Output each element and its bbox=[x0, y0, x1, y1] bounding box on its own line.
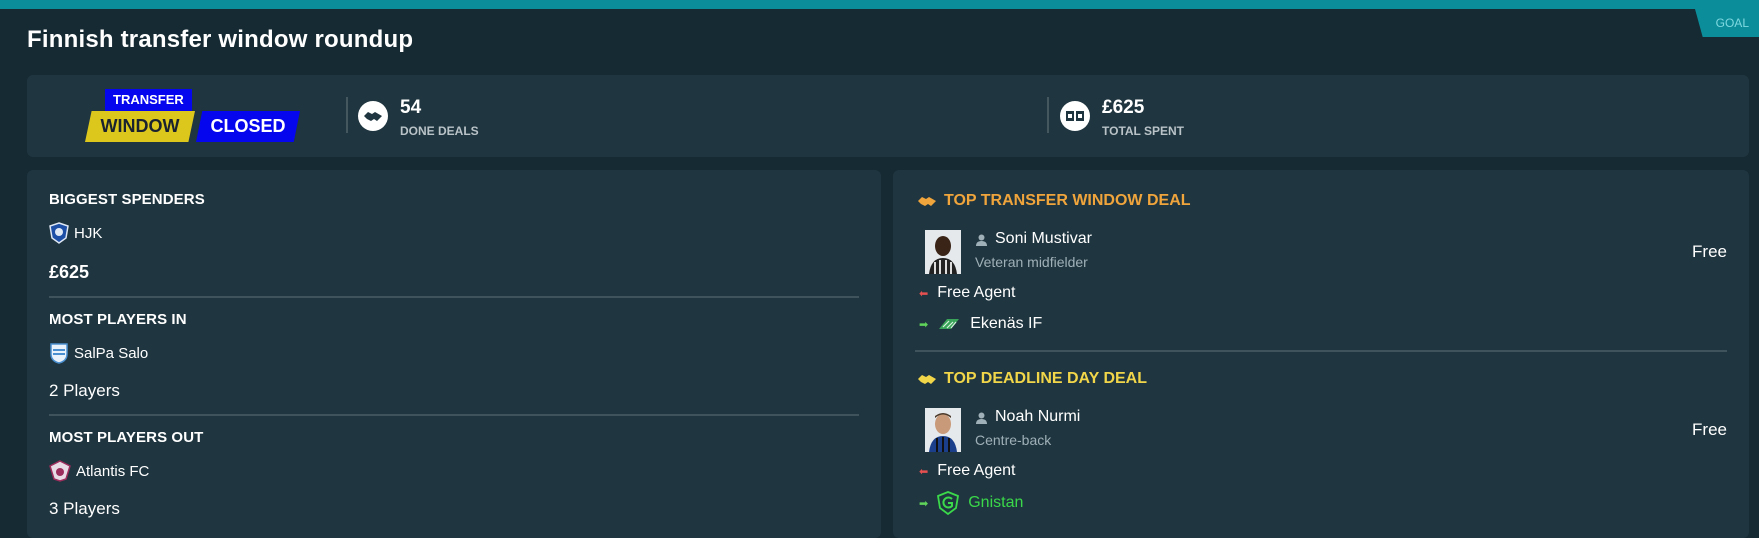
handshake-icon bbox=[358, 101, 388, 131]
badge-transfer-label: TRANSFER bbox=[105, 89, 192, 111]
most-players-out-club[interactable]: Atlantis FC bbox=[49, 460, 149, 482]
handshake-icon bbox=[918, 196, 936, 206]
from-club-row: ⬅ Free Agent bbox=[919, 284, 1016, 302]
biggest-spenders-club[interactable]: HJK bbox=[49, 222, 102, 244]
total-spent-value: £625 bbox=[1102, 97, 1145, 118]
arrow-left-icon: ⬅ bbox=[919, 287, 929, 300]
player-name-row[interactable]: Soni Mustivar bbox=[975, 230, 1092, 248]
most-players-in-value: 2 Players bbox=[49, 381, 120, 400]
badge-window-label: WINDOW bbox=[85, 111, 195, 142]
total-spent-label: TOTAL SPENT bbox=[1102, 124, 1185, 138]
divider bbox=[346, 97, 348, 133]
to-club: Gnistan bbox=[968, 494, 1024, 511]
player-role: Veteran midfielder bbox=[975, 254, 1088, 270]
arrow-right-icon: ➡ bbox=[919, 318, 929, 331]
player-name-row[interactable]: Noah Nurmi bbox=[975, 408, 1080, 426]
person-icon bbox=[976, 412, 987, 424]
ekenas-crest-icon bbox=[939, 319, 960, 329]
from-club: Free Agent bbox=[937, 462, 1016, 479]
to-club-row[interactable]: ➡ Ekenäs IF bbox=[919, 315, 1042, 333]
most-players-out-title: MOST PLAYERS OUT bbox=[49, 429, 204, 446]
biggest-spenders-value: £625 bbox=[49, 262, 90, 282]
divider bbox=[915, 350, 1727, 352]
player-role: Centre-back bbox=[975, 432, 1052, 448]
badge-closed-label: CLOSED bbox=[196, 111, 300, 142]
arrow-left-icon: ⬅ bbox=[919, 465, 929, 478]
most-players-in-club[interactable]: SalPa Salo bbox=[49, 342, 148, 364]
club-stats-panel: BIGGEST SPENDERS HJK £625 MOST PLAYERS I… bbox=[27, 170, 881, 538]
from-club-row: ⬅ Free Agent bbox=[919, 462, 1016, 480]
page-title: Finnish transfer window roundup bbox=[27, 26, 414, 53]
most-players-in-title: MOST PLAYERS IN bbox=[49, 311, 187, 328]
transfer-fee: Free bbox=[1692, 242, 1727, 261]
top-accent-bar bbox=[0, 0, 1759, 9]
player-name: Soni Mustivar bbox=[995, 230, 1092, 247]
person-icon bbox=[976, 234, 987, 246]
arrow-right-icon: ➡ bbox=[919, 497, 929, 510]
money-icon bbox=[1060, 101, 1090, 131]
transfer-window-badge: TRANSFER WINDOW CLOSED bbox=[85, 89, 305, 149]
deal-title-text: TOP DEADLINE DAY DEAL bbox=[944, 370, 1148, 387]
from-club: Free Agent bbox=[937, 284, 1016, 301]
hjk-crest-icon bbox=[49, 222, 69, 244]
summary-card: TRANSFER WINDOW CLOSED 54 DONE DEALS £62… bbox=[27, 75, 1749, 157]
divider bbox=[1047, 97, 1049, 133]
player-photo bbox=[925, 230, 961, 274]
biggest-spenders-title: BIGGEST SPENDERS bbox=[49, 191, 205, 208]
player-name: Noah Nurmi bbox=[995, 408, 1081, 425]
done-deals-label: DONE DEALS bbox=[400, 124, 479, 138]
transfer-fee: Free bbox=[1692, 420, 1727, 439]
done-deals-value: 54 bbox=[400, 97, 422, 118]
goal-tag: GOAL bbox=[1695, 9, 1759, 37]
club-name: SalPa Salo bbox=[74, 344, 149, 362]
gnistan-crest-icon bbox=[937, 491, 960, 515]
player-photo bbox=[925, 408, 961, 452]
deadline-deal-title: TOP DEADLINE DAY DEAL bbox=[917, 370, 1147, 388]
divider bbox=[49, 296, 859, 298]
deal-title-text: TOP TRANSFER WINDOW DEAL bbox=[944, 192, 1191, 209]
club-name: Atlantis FC bbox=[76, 462, 150, 480]
top-deals-panel: TOP TRANSFER WINDOW DEAL Soni Mustivar V… bbox=[893, 170, 1749, 538]
most-players-out-value: 3 Players bbox=[49, 499, 120, 518]
divider bbox=[49, 414, 859, 416]
to-club: Ekenäs IF bbox=[970, 315, 1043, 332]
salpa-crest-icon bbox=[50, 343, 68, 364]
handshake-icon bbox=[918, 374, 936, 384]
atlantis-crest-icon bbox=[49, 460, 71, 482]
to-club-row[interactable]: ➡ Gnistan bbox=[919, 491, 1023, 515]
top-deal-title: TOP TRANSFER WINDOW DEAL bbox=[917, 192, 1191, 210]
club-name: HJK bbox=[74, 224, 103, 242]
